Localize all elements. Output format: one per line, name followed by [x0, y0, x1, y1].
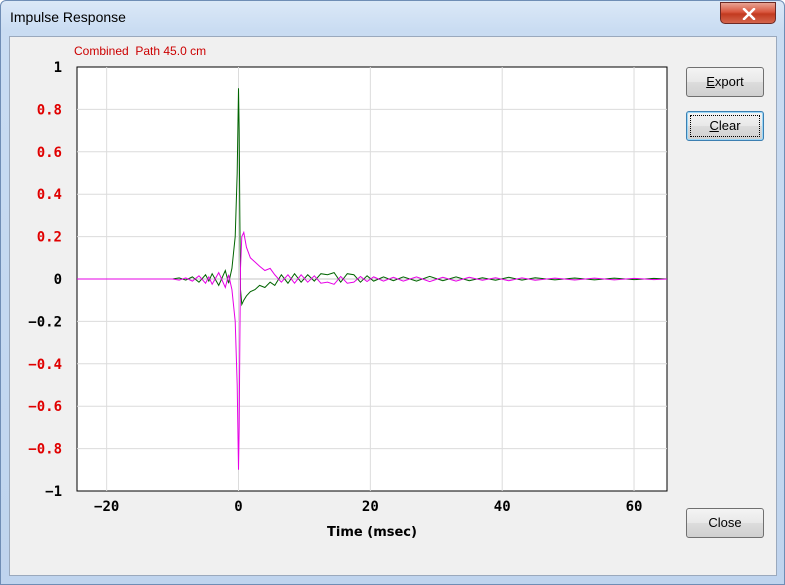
plot-title: Combined Path 45.0 cm: [74, 44, 207, 58]
x-tick-label: −20: [94, 499, 119, 515]
y-tick-label: −0.4: [28, 357, 62, 373]
y-tick-label: 0: [54, 272, 62, 288]
y-tick-labels: 1 0.8 0.6 0.4 0.2 0 −0.2 −0.4 −0.6 −0.8 −1: [28, 60, 62, 500]
focus-rect: [690, 115, 760, 137]
y-tick-label: 0.6: [37, 145, 62, 161]
export-label-mnemonic: E: [706, 74, 715, 89]
y-tick-label: 0.8: [37, 102, 62, 118]
y-tick-label: −0.8: [28, 442, 62, 458]
x-tick-label: 40: [494, 499, 511, 515]
x-tick-labels: −20 0 20 40 60: [94, 499, 642, 515]
y-tick-label: −0.2: [28, 314, 62, 330]
impulse-chart: 1 0.8 0.6 0.4 0.2 0 −0.2 −0.4 −0.6 −0.8 −1 −20 0 20 4…: [28, 60, 668, 540]
y-tick-label: −0.6: [28, 399, 62, 415]
y-tick-label: −1: [45, 484, 62, 500]
y-tick-label: 0.4: [37, 187, 62, 203]
x-tick-label: 60: [626, 499, 643, 515]
y-tick-label: 1: [54, 60, 62, 76]
x-tick-label: 0: [234, 499, 242, 515]
clear-button[interactable]: Clear: [686, 111, 764, 141]
x-tick-label: 20: [362, 499, 379, 515]
export-button[interactable]: Export: [686, 67, 764, 97]
y-tick-label: 0.2: [37, 230, 62, 246]
close-button[interactable]: Close: [686, 508, 764, 538]
export-label-post: xport: [714, 74, 744, 89]
impulse-response-window: Impulse Response 1 0.8 0.6 0.4 0.2 0 −0.2 −0.4−…: [0, 0, 785, 585]
x-axis-label: Time (msec): [327, 525, 417, 540]
